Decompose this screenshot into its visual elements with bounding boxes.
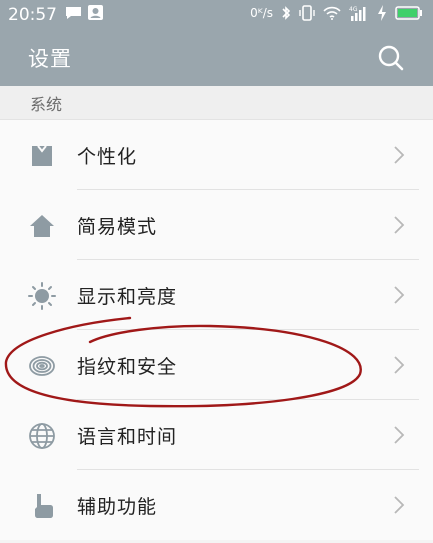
- chevron-right-icon: [393, 285, 405, 305]
- settings-item-personalize[interactable]: 个性化: [0, 120, 433, 190]
- wifi-icon: [323, 6, 341, 20]
- section-label: 系统: [30, 94, 63, 114]
- settings-item-fingerprint-security[interactable]: 指纹和安全: [0, 330, 433, 400]
- status-time: 20:57: [8, 5, 57, 25]
- settings-item-easy-mode[interactable]: 简易模式: [0, 190, 433, 260]
- chevron-right-icon: [393, 355, 405, 375]
- net-speed: 0ᴷ/s: [250, 6, 273, 20]
- app-bar: 设置: [0, 30, 433, 86]
- charging-icon: [377, 5, 387, 21]
- settings-list: 个性化 简易模式 显示和亮度 指纹和安全 语言和时间 辅助功能: [0, 120, 433, 540]
- home-icon: [28, 212, 56, 240]
- chat-icon: [65, 5, 82, 25]
- settings-item-language-time[interactable]: 语言和时间: [0, 400, 433, 470]
- brightness-icon: [28, 282, 56, 310]
- hand-icon: [28, 492, 56, 520]
- item-label: 显示和亮度: [77, 285, 178, 308]
- settings-item-display-brightness[interactable]: 显示和亮度: [0, 260, 433, 330]
- section-header: 系统: [0, 86, 433, 120]
- chevron-right-icon: [393, 215, 405, 235]
- fingerprint-icon: [28, 352, 56, 380]
- settings-item-accessibility[interactable]: 辅助功能: [0, 470, 433, 540]
- item-label: 辅助功能: [77, 495, 158, 518]
- person-icon: [88, 5, 103, 25]
- item-label: 语言和时间: [77, 425, 178, 448]
- globe-icon: [28, 422, 56, 450]
- chevron-right-icon: [393, 145, 405, 165]
- status-bar: 20:57 0ᴷ/s 4G: [0, 0, 433, 30]
- item-label: 简易模式: [77, 215, 158, 238]
- search-icon[interactable]: [377, 44, 405, 72]
- chevron-right-icon: [393, 495, 405, 515]
- vibrate-icon: [299, 5, 315, 21]
- battery-icon: [395, 6, 423, 20]
- svg-text:4G: 4G: [349, 6, 358, 13]
- bluetooth-icon: [281, 5, 291, 21]
- page-title: 设置: [28, 47, 72, 71]
- chevron-right-icon: [393, 425, 405, 445]
- signal-4g-icon: 4G: [349, 5, 369, 21]
- item-label: 个性化: [77, 145, 138, 168]
- item-label: 指纹和安全: [77, 355, 178, 378]
- shirt-icon: [28, 142, 56, 170]
